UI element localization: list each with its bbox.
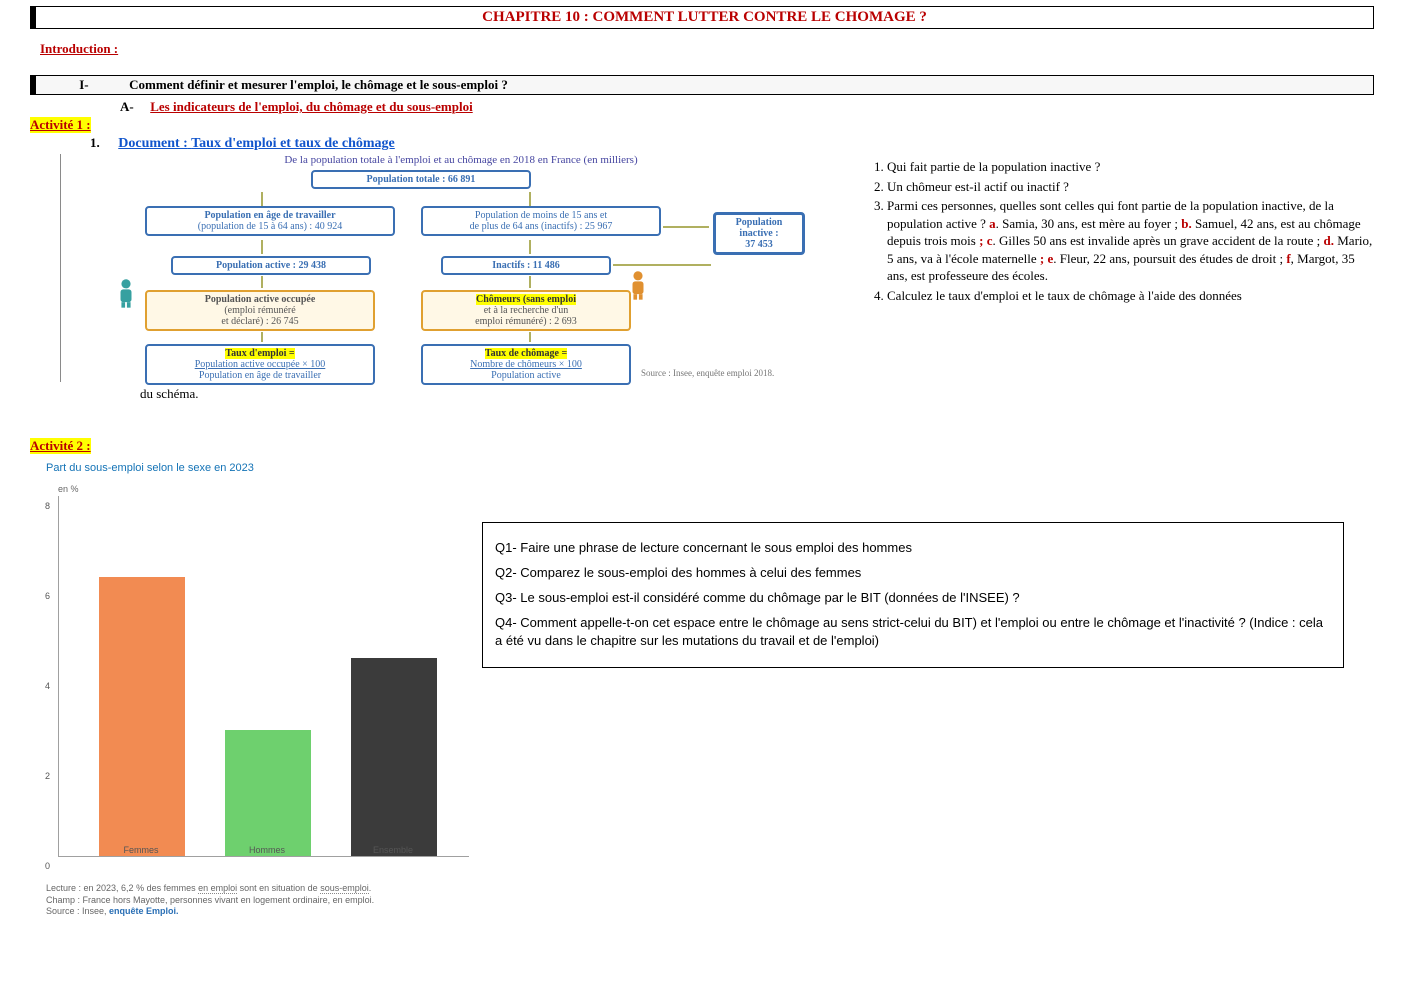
box-taux-emploi: Taux d'emploi = Population active occupé… <box>145 344 375 385</box>
a2-q2: Q2- Comparez le sous-emploi des hommes à… <box>495 564 1331 583</box>
box-pop-moins15: Population de moins de 15 ans et de plus… <box>421 206 661 236</box>
a2-q4: Q4- Comment appelle-t-on cet espace entr… <box>495 614 1331 652</box>
activite2-layout: Part du sous-emploi selon le sexe en 202… <box>30 456 1374 918</box>
box-inactifs: Inactifs : 11 486 <box>441 256 611 275</box>
chart-ytick: 0 <box>45 861 50 871</box>
doc-label: Document : Taux d'emploi et taux de chôm… <box>118 136 395 151</box>
activite1-questions: Qui fait partie de la population inactiv… <box>861 152 1374 306</box>
diagram-col: De la population totale à l'emploi et au… <box>30 152 861 402</box>
arrow-icon <box>529 240 531 254</box>
a1-q4: Calculez le taux d'emploi et le taux de … <box>887 287 1374 305</box>
intro-heading: Introduction : <box>40 41 1374 57</box>
chart-foot-lecture: Lecture : en 2023, 6,2 % des femmes en e… <box>46 883 470 895</box>
activite2-heading: Activité 2 : <box>30 438 91 454</box>
population-diagram: Population totale : 66 891 Population en… <box>81 170 841 382</box>
arrow-icon <box>261 240 263 254</box>
box-pop-age: Population en âge de travailler (populat… <box>145 206 395 236</box>
arrow-icon <box>261 276 263 288</box>
arrow-icon <box>529 276 531 288</box>
arrow-icon <box>261 332 263 342</box>
person-icon <box>115 278 137 308</box>
chart-xlabel: Hommes <box>224 845 310 855</box>
section-A-label: A- <box>120 99 134 114</box>
chart-bar-femmes <box>99 577 185 856</box>
chart-ytick: 2 <box>45 771 50 781</box>
arrow-icon <box>613 264 711 266</box>
section-I-box: I- Comment définir et mesurer l'emploi, … <box>30 75 1374 95</box>
chart-foot-champ: Champ : France hors Mayotte, personnes v… <box>46 895 470 907</box>
chart-foot-source: Source : Insee, enquête Emploi. <box>46 906 470 918</box>
chart-y-unit: en % <box>58 484 79 494</box>
chapter-title-box: CHAPITRE 10 : COMMENT LUTTER CONTRE LE C… <box>30 6 1374 29</box>
doc-line: 1. Document : Taux d'emploi et taux de c… <box>90 135 1374 152</box>
box-pop-active: Population active : 29 438 <box>171 256 371 275</box>
section-A-title: Les indicateurs de l'emploi, du chômage … <box>150 99 473 114</box>
chart-ytick: 6 <box>45 591 50 601</box>
activite1-heading: Activité 1 : <box>30 117 91 133</box>
section-A-line: A- Les indicateurs de l'emploi, du chôma… <box>120 99 1374 115</box>
chart-footnotes: Lecture : en 2023, 6,2 % des femmes en e… <box>46 883 470 918</box>
chart-bar-ensemble <box>351 658 437 856</box>
activite2-question-box: Q1- Faire une phrase de lecture concerna… <box>482 522 1344 668</box>
section-I-title: Comment définir et mesurer l'emploi, le … <box>129 77 508 92</box>
arrow-icon <box>529 332 531 342</box>
diagram-source: Source : Insee, enquête emploi 2018. <box>641 368 774 378</box>
activite1-layout: De la population totale à l'emploi et au… <box>30 152 1374 402</box>
chart-xlabel: Femmes <box>98 845 184 855</box>
page: CHAPITRE 10 : COMMENT LUTTER CONTRE LE C… <box>0 6 1404 999</box>
diagram-title: De la population totale à l'emploi et au… <box>61 154 861 166</box>
box-pop-inactive: Population inactive :37 453 <box>713 212 805 255</box>
arrow-icon <box>529 192 531 206</box>
activite2-block: Activité 2 : Part du sous-emploi selon l… <box>30 436 1374 918</box>
doc-num: 1. <box>90 135 100 150</box>
chapter-title: CHAPITRE 10 : COMMENT LUTTER CONTRE LE C… <box>482 9 927 25</box>
arrow-icon <box>261 192 263 206</box>
activite2-questions-col: Q1- Faire une phrase de lecture concerna… <box>470 456 1374 668</box>
chart-bar-hommes <box>225 730 311 856</box>
a1-q3: Parmi ces personnes, quelles sont celles… <box>887 197 1374 285</box>
section-I-line: I- Comment définir et mesurer l'emploi, … <box>42 77 508 92</box>
chart-ytick: 8 <box>45 501 50 511</box>
box-pop-active-occupee: Population active occupée (emploi rémuné… <box>145 290 375 331</box>
box-pop-totale: Population totale : 66 891 <box>311 170 531 189</box>
diagram-wrap: De la population totale à l'emploi et au… <box>60 154 861 382</box>
box-chomeurs: Chômeurs (sans emploi et à la recherche … <box>421 290 631 331</box>
a1-q2: Un chômeur est-il actif ou inactif ? <box>887 178 1374 196</box>
a1-q1: Qui fait partie de la population inactiv… <box>887 158 1374 176</box>
a2-q3: Q3- Le sous-emploi est-il considéré comm… <box>495 589 1331 608</box>
chart-ytick: 4 <box>45 681 50 691</box>
a2-q1: Q1- Faire une phrase de lecture concerna… <box>495 539 1331 558</box>
arrow-icon <box>663 226 709 228</box>
bar-chart: 02468 <box>58 496 469 857</box>
box-taux-chomage: Taux de chômage = Nombre de chômeurs × 1… <box>421 344 631 385</box>
chart-col: Part du sous-emploi selon le sexe en 202… <box>40 458 470 918</box>
chart-xlabel: Ensemble <box>350 845 436 855</box>
chart-title: Part du sous-emploi selon le sexe en 202… <box>46 462 470 474</box>
du-schema-text: du schéma. <box>140 386 861 402</box>
section-I-numeral: I- <box>79 77 88 92</box>
